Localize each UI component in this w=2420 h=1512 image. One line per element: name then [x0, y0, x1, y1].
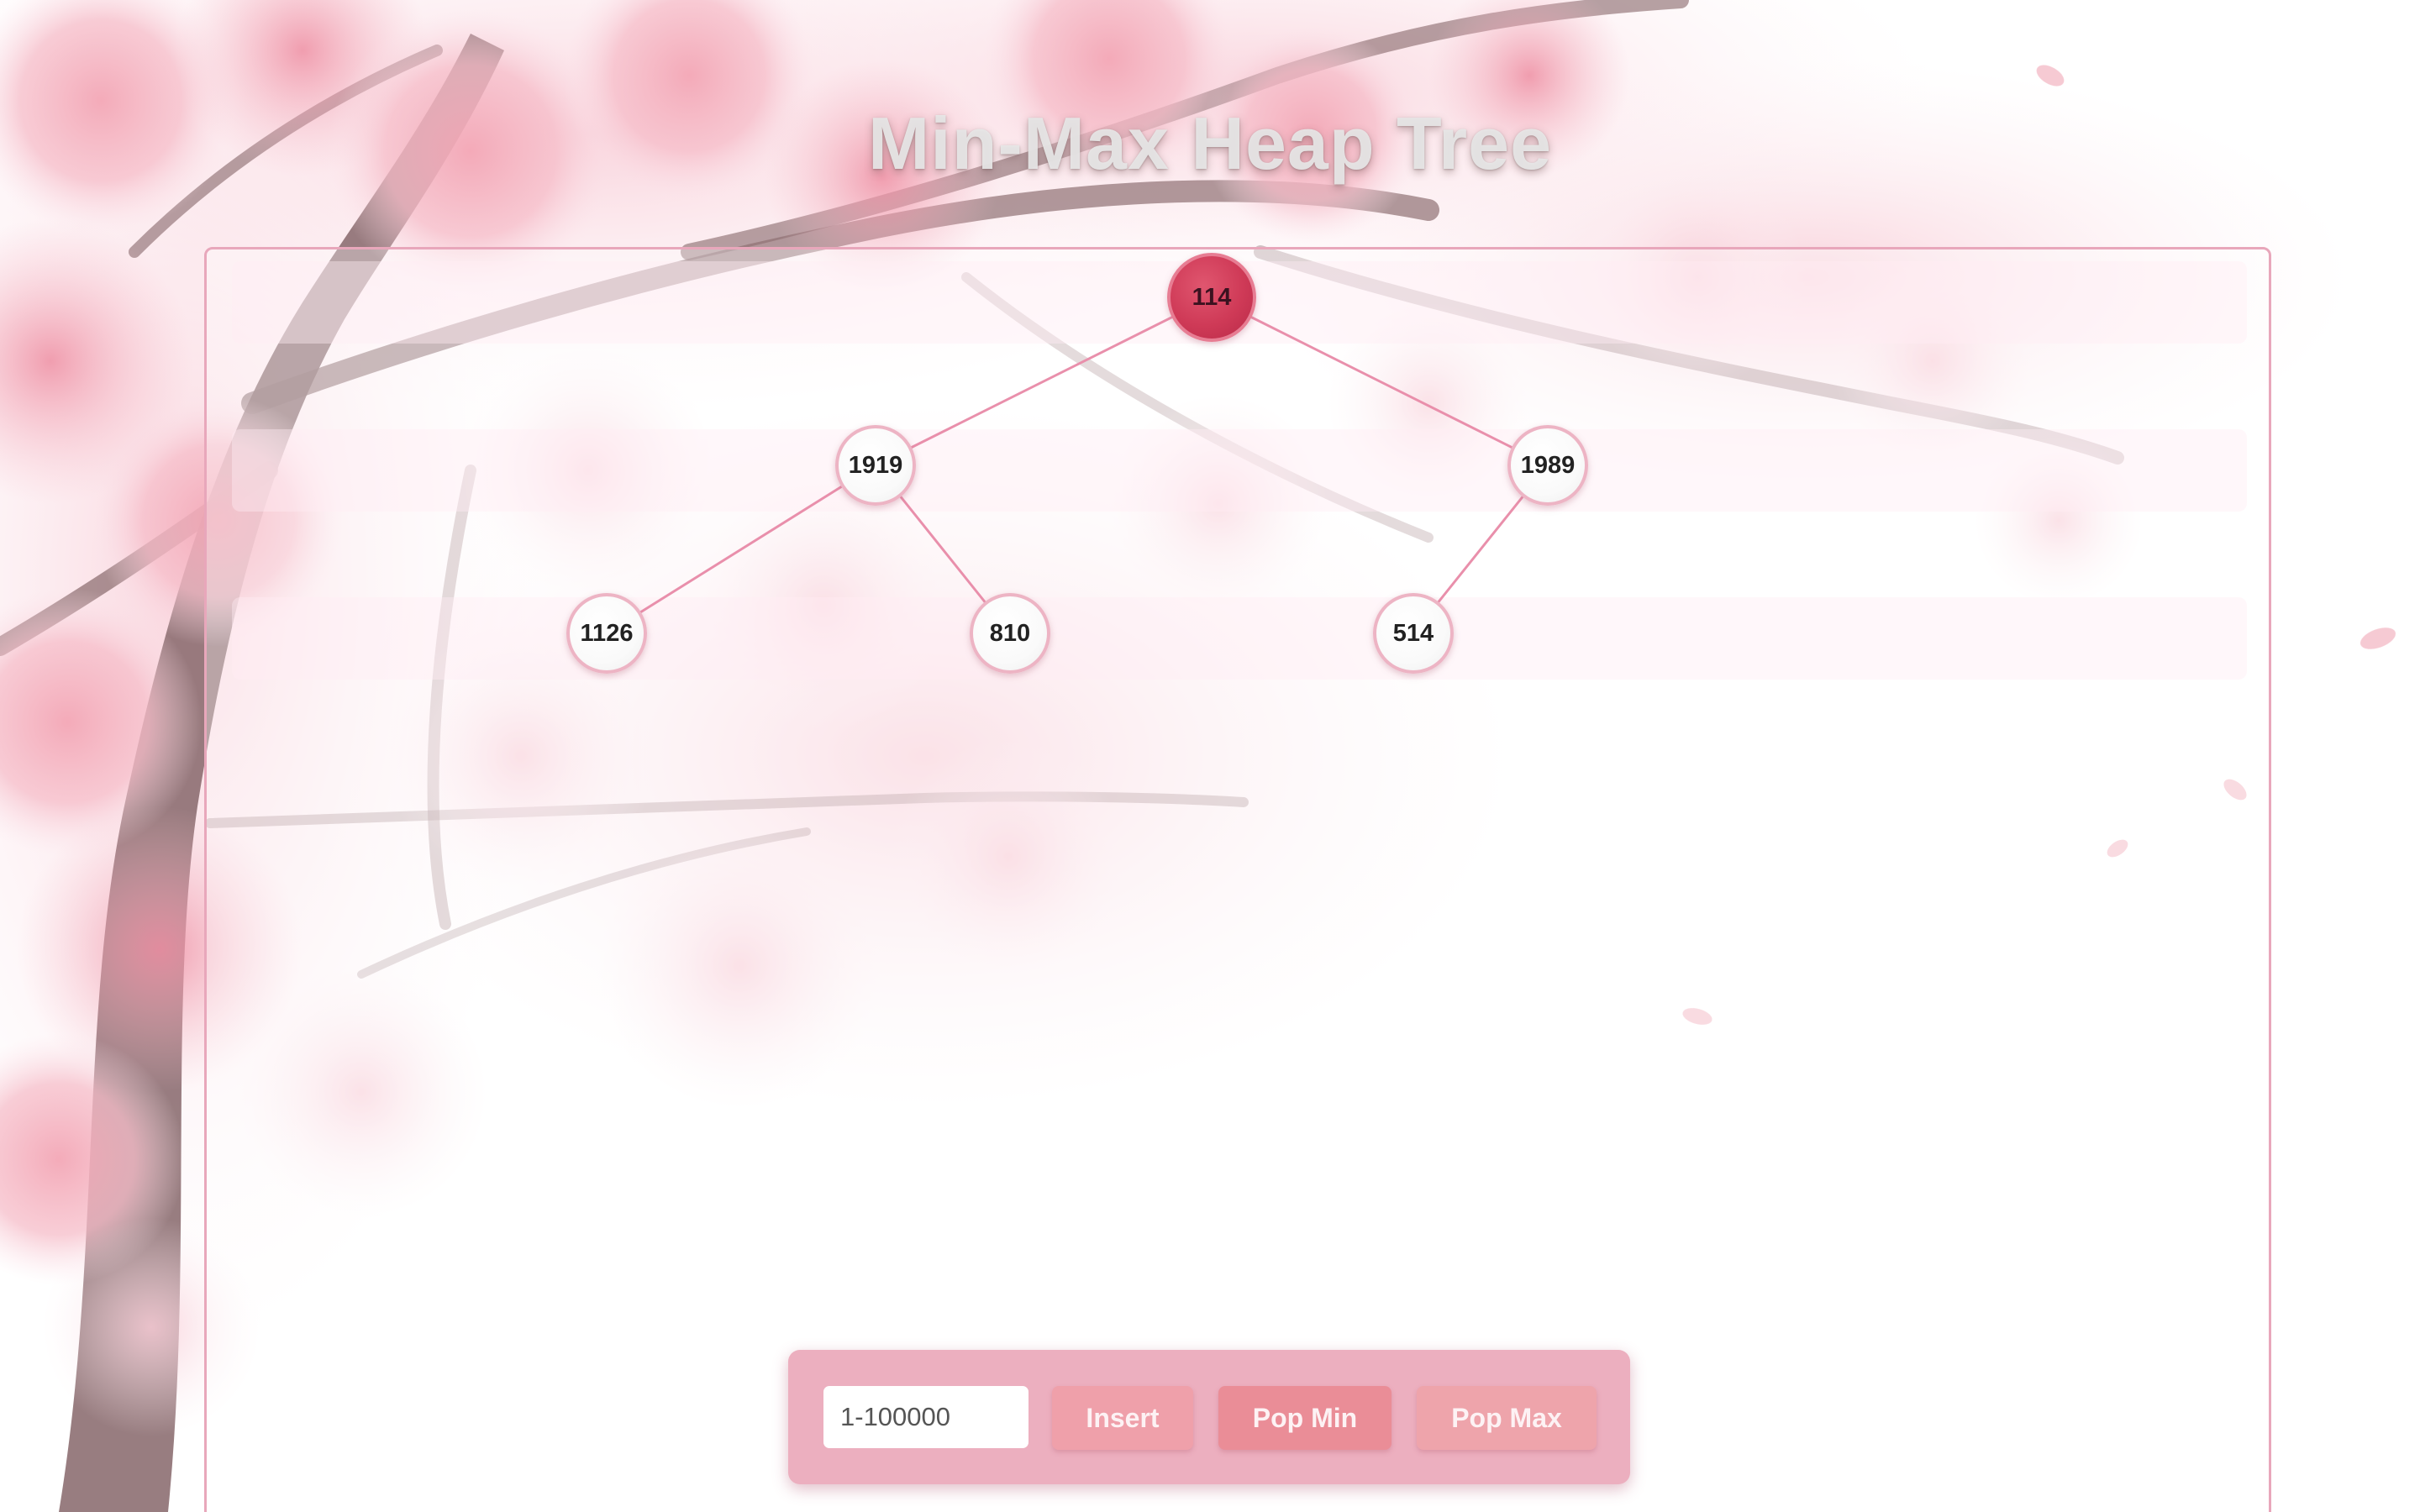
value-input[interactable] — [823, 1386, 1028, 1448]
level-band-1 — [232, 429, 2247, 512]
heap-controls: Insert Pop Min Pop Max — [788, 1350, 1630, 1484]
page-title: Min-Max Heap Tree — [867, 102, 1553, 185]
heap-tree-panel — [204, 247, 2271, 1512]
heap-node[interactable]: 1989 — [1507, 425, 1588, 506]
pop-min-button[interactable]: Pop Min — [1218, 1386, 1392, 1450]
level-band-2 — [232, 597, 2247, 680]
heap-node[interactable]: 1126 — [566, 593, 647, 674]
pop-max-button[interactable]: Pop Max — [1417, 1386, 1597, 1450]
heap-node-root[interactable]: 114 — [1167, 253, 1256, 342]
heap-node[interactable]: 514 — [1373, 593, 1454, 674]
heap-node[interactable]: 1919 — [835, 425, 916, 506]
insert-button[interactable]: Insert — [1052, 1386, 1193, 1450]
heap-node[interactable]: 810 — [970, 593, 1050, 674]
